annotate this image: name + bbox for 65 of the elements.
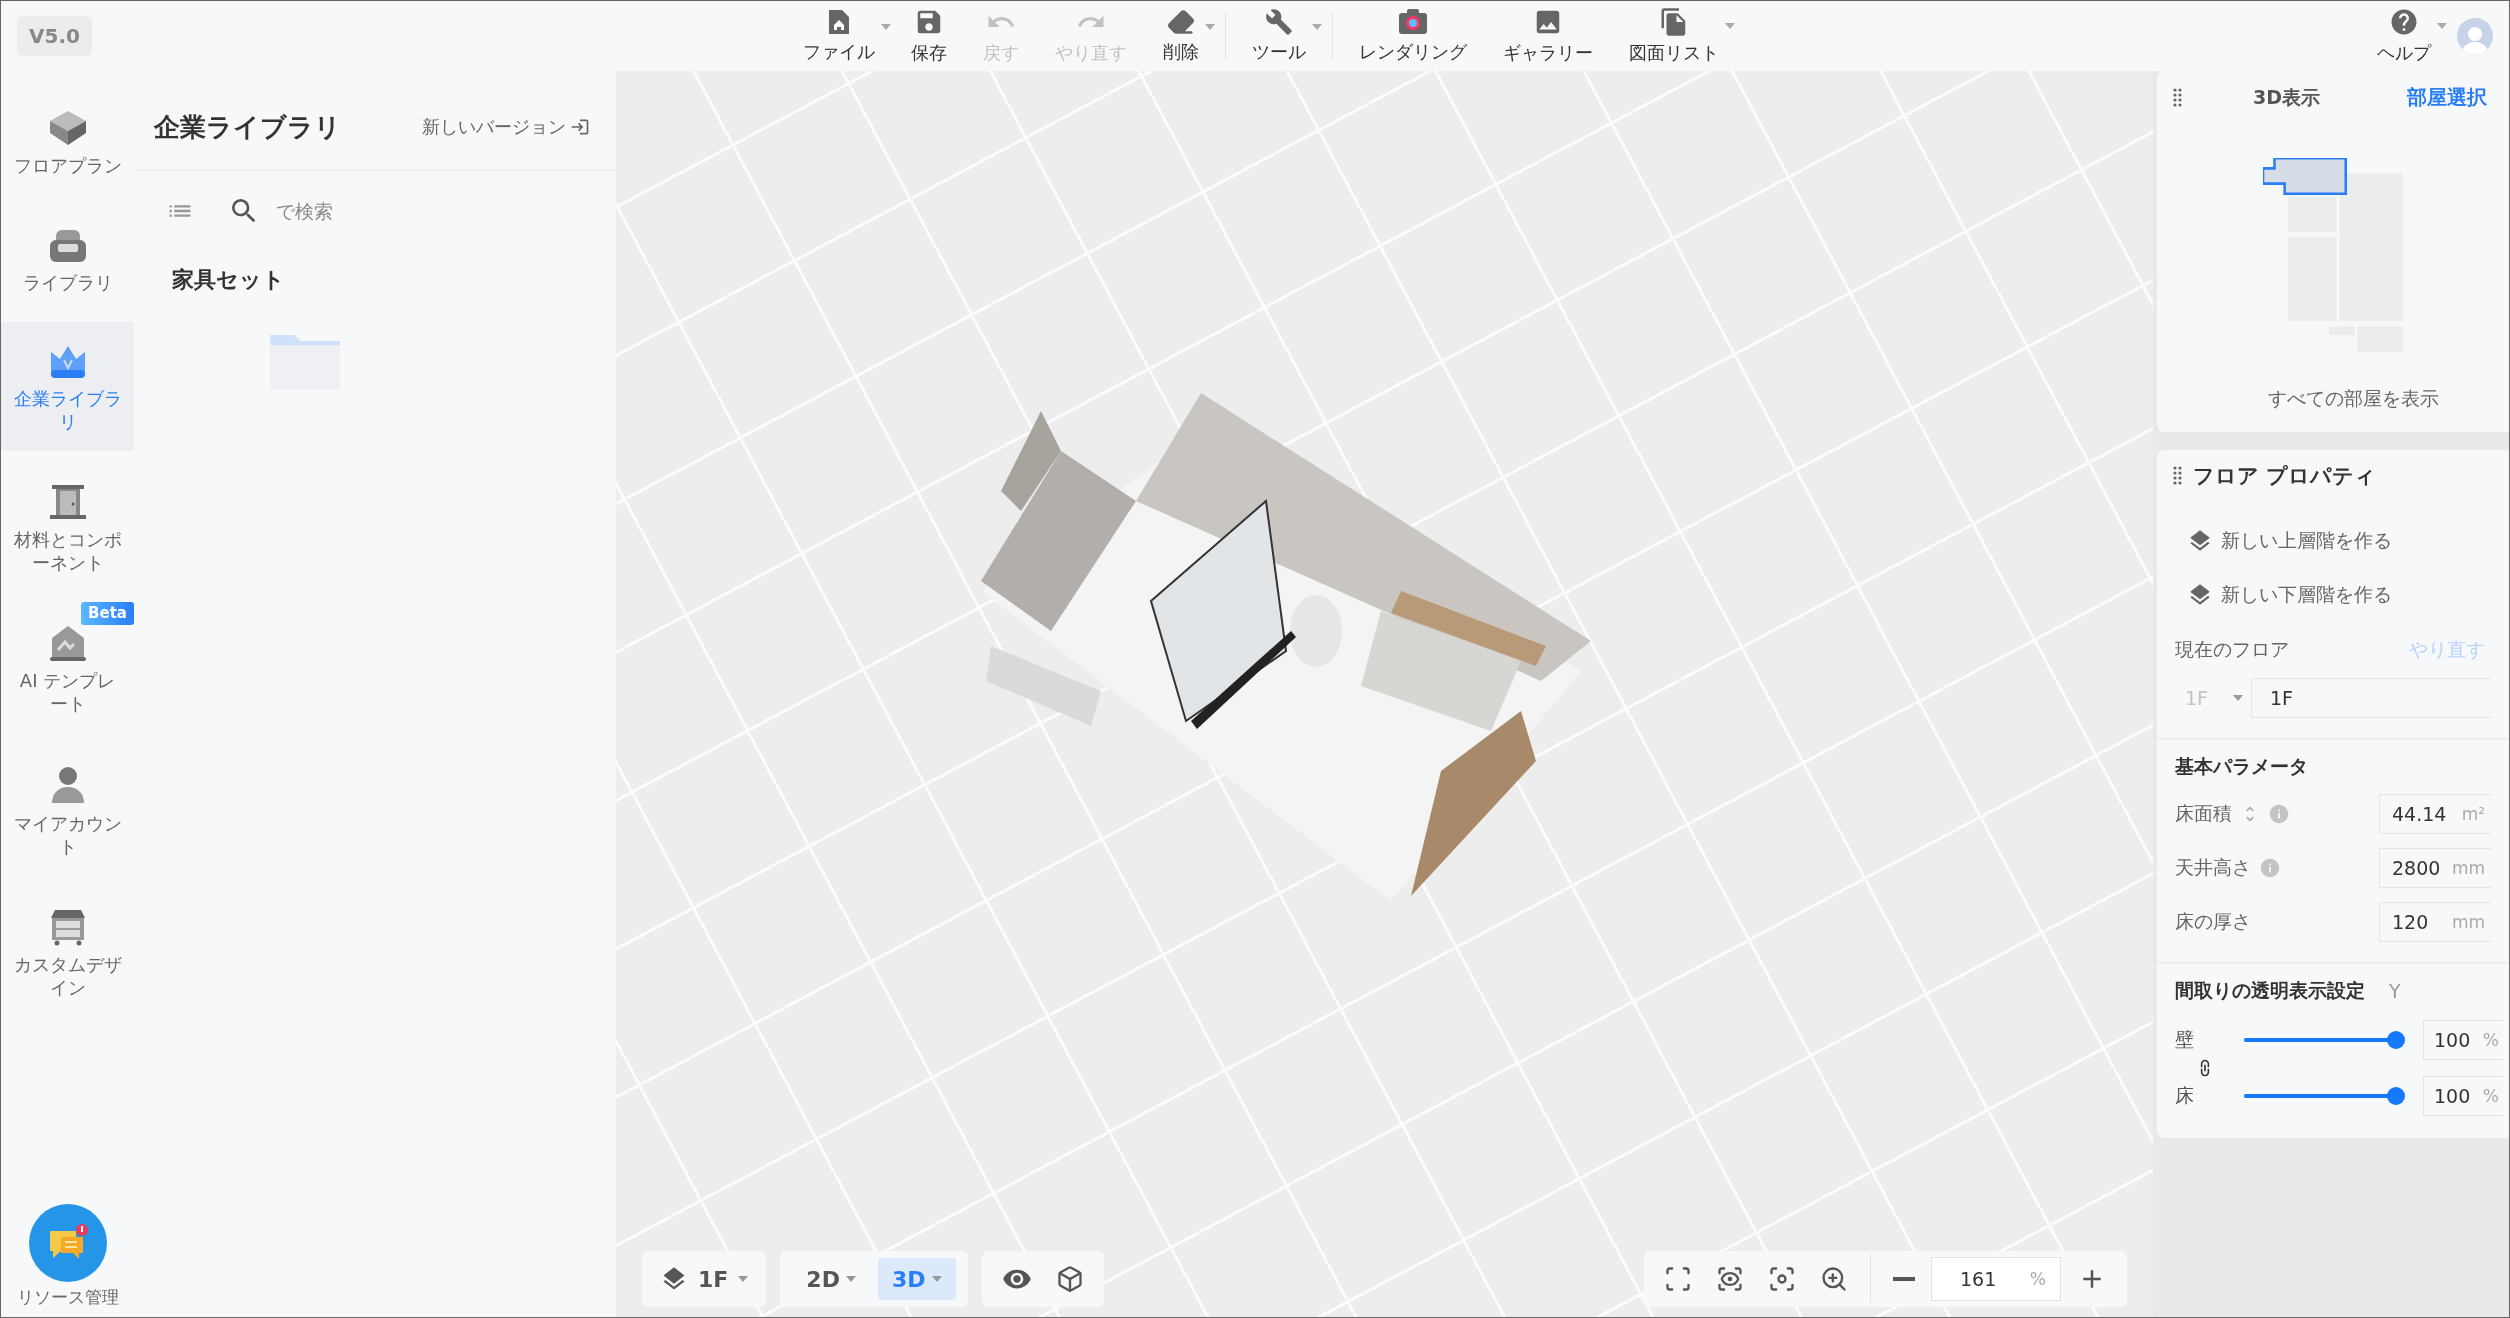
shortcut-hint: Y <box>2389 980 2401 1002</box>
value-field[interactable]: 100 % <box>2423 1020 2503 1060</box>
value-field[interactable]: 44.14 m² <box>2379 794 2491 834</box>
create-floor-button[interactable]: 新しい下層階を作る <box>2157 568 2509 622</box>
slider-label: 床 <box>2175 1083 2195 1108</box>
beta-badge: Beta <box>81 602 134 625</box>
crown-icon <box>48 344 87 380</box>
create-floor-button[interactable]: 新しい上層階を作る <box>2157 514 2509 568</box>
field-label: 床の厚さ <box>2175 909 2251 934</box>
slider-label: 壁 <box>2175 1027 2195 1052</box>
toolbar-button[interactable]: 保存 <box>895 5 964 67</box>
value-field[interactable]: 100 % <box>2423 1076 2503 1116</box>
toolbar-button[interactable]: ツール <box>1236 6 1323 66</box>
sidebar-item[interactable]: フロアプラン <box>1 87 134 196</box>
frame-icon <box>1664 1265 1692 1293</box>
value-field[interactable]: 2800 mm <box>2379 848 2491 888</box>
panel-title: 3D表示 <box>2253 84 2321 110</box>
sidebar-item[interactable]: ライブラリ <box>1 205 134 312</box>
frame-eye-icon <box>1716 1265 1744 1293</box>
help-button[interactable]: ヘルプ <box>2361 5 2447 67</box>
field-label: 床面積 <box>2175 801 2232 826</box>
new-version-link[interactable]: 新しいバージョン <box>416 114 596 140</box>
toolbar-button[interactable]: ギャラリー <box>1487 5 1610 67</box>
version-badge: V5.0 <box>17 16 92 56</box>
drag-handle-icon[interactable] <box>2173 466 2183 486</box>
section-heading: 家具セット <box>171 266 286 294</box>
search-field[interactable]: で検索 <box>274 199 574 223</box>
view-mode-tab[interactable]: 2D <box>792 1258 870 1300</box>
armchair-icon <box>47 227 88 264</box>
wrench-icon <box>1265 8 1294 36</box>
panel-title: 企業ライブラリ <box>154 110 341 144</box>
exit-icon <box>570 117 590 137</box>
toolbar-button[interactable]: ファイル <box>787 6 892 66</box>
sidebar-item[interactable]: 企業ライブラリ <box>1 322 134 451</box>
section-heading: 基本パラメータ <box>2175 754 2309 779</box>
minus-icon <box>1893 1277 1915 1281</box>
eraser-icon <box>1167 8 1196 36</box>
cabinet-icon <box>48 908 87 946</box>
house-icon <box>47 624 88 662</box>
field-label: 天井高さ <box>2175 855 2251 880</box>
sidebar-item-label[interactable]: リソース管理 <box>16 1286 119 1309</box>
magnifier-plus-icon <box>1820 1265 1848 1293</box>
panel-title: フロア プロパティ <box>2193 463 2377 490</box>
show-all-rooms-link[interactable]: すべての部屋を表示 <box>2267 378 2439 432</box>
room-select-link[interactable]: 部屋選択 <box>2401 83 2493 112</box>
toolbar-button[interactable]: 削除 <box>1147 6 1216 66</box>
help-icon <box>2389 7 2419 37</box>
zoom-field[interactable]: 161 % <box>1931 1257 2061 1301</box>
toolbar-button[interactable]: 図面リスト <box>1613 5 1736 67</box>
field-label: 現在のフロア <box>2175 637 2289 662</box>
cube-icon <box>1055 1265 1084 1293</box>
person-icon <box>49 765 86 805</box>
sidebar-item[interactable]: マイアカウント <box>1 743 134 876</box>
sidebar-item[interactable]: 材料とコンポーネント <box>1 461 134 592</box>
focus-icon <box>1768 1265 1796 1293</box>
camera-icon <box>1398 8 1429 36</box>
view-mode-tab[interactable]: 3D <box>877 1258 956 1300</box>
sidebar-item[interactable]: AI テンプレート Beta <box>1 602 134 733</box>
floor-name-field[interactable]: 1F <box>2251 678 2491 718</box>
door-icon <box>47 483 88 521</box>
value-field[interactable]: 120 mm <box>2379 902 2491 942</box>
sidebar-item[interactable]: カスタムデザイン <box>1 886 134 1017</box>
toolbar-button[interactable]: レンダリング <box>1343 6 1484 66</box>
section-heading: 間取りの透明表示設定 <box>2175 978 2365 1003</box>
drag-handle-icon[interactable] <box>2173 87 2183 108</box>
